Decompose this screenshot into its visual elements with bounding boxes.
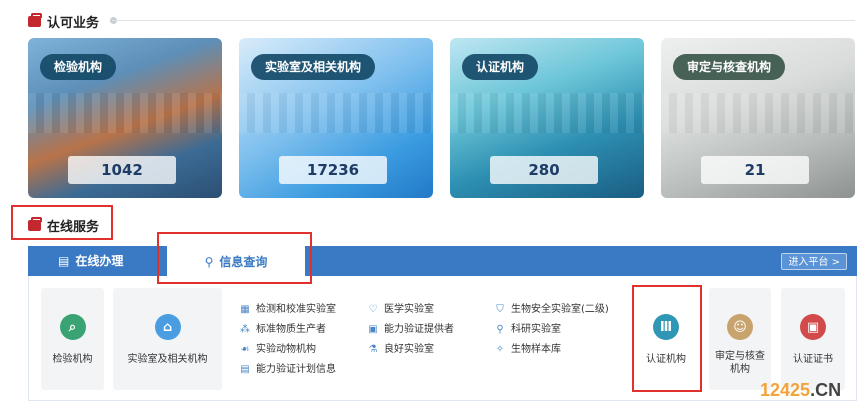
tile-validation-bodies[interactable]: ☺ 审定与核查机构 bbox=[709, 288, 771, 390]
card-image bbox=[239, 93, 433, 133]
highlight-box bbox=[632, 285, 702, 392]
card-inspection-bodies[interactable]: 检验机构 1042 bbox=[28, 38, 222, 198]
watermark-a: 12425 bbox=[760, 380, 811, 400]
link-column: ♡ 医学实验室 ▣ 能力验证提供者 ⚗ 良好实验室 bbox=[367, 300, 454, 360]
tile-label: 审定与核查机构 bbox=[715, 351, 765, 375]
link-label: 实验动物机构 bbox=[256, 344, 316, 355]
card-count: 17236 bbox=[279, 156, 387, 184]
link-item[interactable]: ⁂ 标准物质生产者 bbox=[239, 320, 336, 340]
link-column: ⛉ 生物安全实验室(二级) ⚲ 科研实验室 ✧ 生物样本库 bbox=[494, 300, 609, 360]
link-item[interactable]: ⛉ 生物安全实验室(二级) bbox=[494, 300, 609, 320]
watermark-logo: 12425.CN bbox=[760, 380, 841, 401]
tile-laboratories[interactable]: ⌂ 实验室及相关机构 bbox=[113, 288, 222, 390]
section-title: 认可业务 bbox=[47, 16, 100, 31]
card-image bbox=[661, 93, 855, 133]
certificate-icon: ▣ bbox=[800, 314, 826, 340]
enter-platform-button[interactable]: 进入平台 > bbox=[781, 253, 847, 270]
heart-icon: ♡ bbox=[368, 304, 378, 315]
card-validation-bodies[interactable]: 审定与核查机构 21 bbox=[661, 38, 855, 198]
dna-icon: ✧ bbox=[495, 344, 505, 355]
link-item[interactable]: ☙ 实验动物机构 bbox=[239, 340, 336, 360]
molecule-icon: ⁂ bbox=[240, 324, 250, 335]
animal-icon: ☙ bbox=[240, 344, 250, 355]
link-label: 标准物质生产者 bbox=[256, 324, 326, 335]
highlight-box bbox=[157, 232, 312, 284]
card-count: 1042 bbox=[68, 156, 176, 184]
tab-bar: ▤ 在线办理 ⚲ 信息查询 进入平台 > bbox=[28, 246, 857, 277]
link-item[interactable]: ▤ 能力验证计划信息 bbox=[239, 360, 336, 380]
watermark-b: .CN bbox=[810, 380, 842, 400]
link-label: 科研实验室 bbox=[511, 324, 561, 335]
tile-certificates[interactable]: ▣ 认证证书 bbox=[781, 288, 845, 390]
section-header-accreditation: 认可业务 bbox=[28, 12, 99, 31]
link-item[interactable]: ▣ 能力验证提供者 bbox=[367, 320, 454, 340]
link-label: 良好实验室 bbox=[384, 344, 434, 355]
flask-icon: ⚗ bbox=[368, 344, 378, 355]
shield-icon: ⛉ bbox=[496, 304, 504, 315]
link-label: 检测和校准实验室 bbox=[256, 304, 336, 315]
query-panel: ⌕ 检验机构 ⌂ 实验室及相关机构 ▦ 检测和校准实验室 ⁂ 标准物质生产者 ☙ 实验… bbox=[28, 276, 857, 401]
link-column: ▦ 检测和校准实验室 ⁂ 标准物质生产者 ☙ 实验动物机构 ▤ 能力验证计划信息 bbox=[239, 300, 336, 380]
tile-label: 检验机构 bbox=[52, 354, 93, 365]
link-label: 能力验证计划信息 bbox=[256, 364, 336, 375]
tab-online-processing[interactable]: ▤ 在线办理 bbox=[58, 246, 123, 276]
link-label: 医学实验室 bbox=[384, 304, 434, 315]
tab-label: 在线办理 bbox=[75, 254, 124, 268]
header-divider bbox=[112, 20, 855, 21]
link-item[interactable]: ▦ 检测和校准实验室 bbox=[239, 300, 336, 320]
inspection-icon: ⌕ bbox=[59, 314, 86, 340]
link-item[interactable]: ♡ 医学实验室 bbox=[367, 300, 454, 320]
card-laboratories[interactable]: 实验室及相关机构 17236 bbox=[239, 38, 433, 198]
tile-inspection-bodies[interactable]: ⌕ 检验机构 bbox=[41, 288, 104, 390]
document-icon: ▤ bbox=[240, 364, 250, 375]
tile-label: 实验室及相关机构 bbox=[127, 354, 208, 365]
card-certification-bodies[interactable]: 认证机构 280 bbox=[450, 38, 644, 198]
lab-icon: ⌂ bbox=[154, 314, 181, 340]
microscope-icon: ⚲ bbox=[496, 324, 504, 335]
card-label: 实验室及相关机构 bbox=[251, 54, 376, 80]
card-image bbox=[450, 93, 644, 133]
person-icon: ☺ bbox=[727, 314, 753, 340]
tile-label: 认证证书 bbox=[793, 354, 833, 365]
link-item[interactable]: ✧ 生物样本库 bbox=[494, 340, 609, 360]
card-label: 认证机构 bbox=[462, 54, 539, 80]
link-item[interactable]: ⚗ 良好实验室 bbox=[367, 340, 454, 360]
card-label: 检验机构 bbox=[40, 54, 117, 80]
card-image bbox=[28, 93, 222, 133]
briefcase-icon bbox=[28, 13, 42, 27]
highlight-box bbox=[11, 205, 113, 240]
clipboard-icon: ▦ bbox=[240, 304, 250, 315]
card-count: 21 bbox=[701, 156, 809, 184]
certificate-icon: ▣ bbox=[368, 324, 378, 335]
link-item[interactable]: ⚲ 科研实验室 bbox=[494, 320, 609, 340]
card-label: 审定与核查机构 bbox=[673, 54, 786, 80]
link-label: 生物样本库 bbox=[511, 344, 561, 355]
link-label: 生物安全实验室(二级) bbox=[511, 304, 609, 315]
document-icon: ▤ bbox=[58, 254, 70, 268]
card-count: 280 bbox=[490, 156, 598, 184]
link-label: 能力验证提供者 bbox=[384, 324, 454, 335]
